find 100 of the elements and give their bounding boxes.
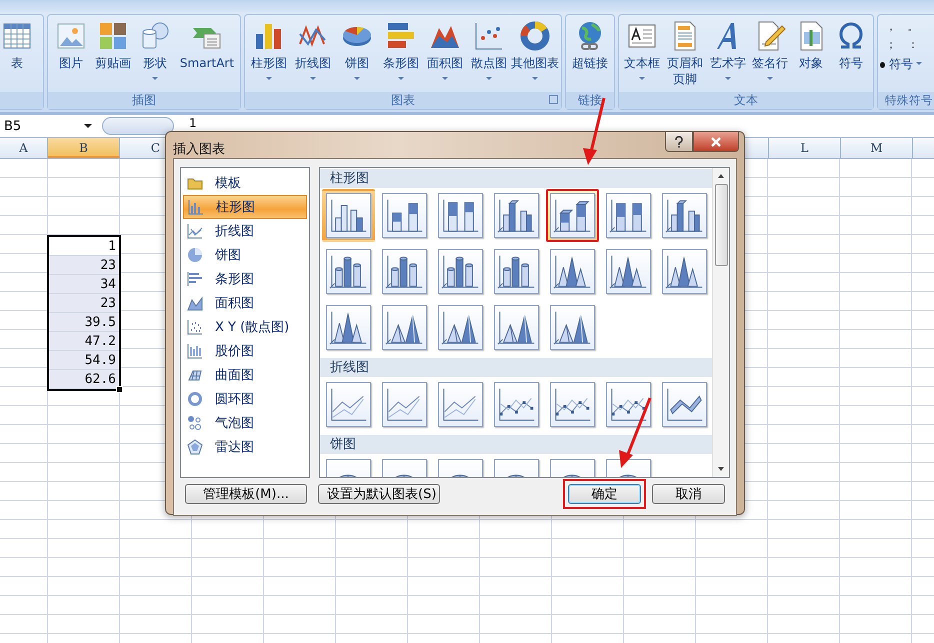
clustered-column-thumbnail (326, 193, 371, 238)
chart-type-item[interactable]: 股价图 (183, 339, 307, 363)
ribbon-button[interactable]: 条形图 (379, 18, 423, 80)
doughnut-chart-icon (519, 20, 551, 52)
doughnut-chart-icon (187, 391, 203, 407)
scatter-chart-icon (187, 319, 203, 335)
ribbon-button[interactable]: 符号 (831, 18, 871, 71)
formula-input[interactable]: 1 (189, 117, 197, 130)
caret-icon (152, 77, 158, 80)
close-button[interactable] (693, 132, 739, 152)
caret-icon (486, 77, 492, 80)
help-icon (674, 136, 684, 148)
help-button[interactable] (665, 132, 693, 152)
chart-type-item[interactable]: 条形图 (183, 267, 307, 291)
caret-icon (310, 77, 316, 80)
chart-type-label: 圆环图 (215, 391, 254, 408)
chart-type-label: 气泡图 (215, 415, 254, 432)
table-cell: 62.6 (49, 370, 119, 389)
ribbon-button[interactable]: 对象 (791, 18, 831, 71)
cone-column-thumbnail (326, 305, 371, 350)
symbol-key[interactable]: ， (880, 18, 902, 36)
pyramid-column-thumbnail (550, 305, 595, 350)
ribbon-button[interactable]: 图片 (50, 18, 92, 71)
ribbon-button[interactable]: 折线图 (291, 18, 335, 80)
chart-type-item[interactable]: 雷达图 (183, 435, 307, 459)
chart-type-item[interactable]: 气泡图 (183, 411, 307, 435)
symbol-key[interactable]: ； (880, 36, 902, 54)
dialog-button[interactable]: 设置为默认图表(S) (318, 484, 440, 504)
bubble-chart-icon (187, 415, 203, 431)
chart-type-item[interactable]: 柱形图 (183, 195, 307, 219)
3d-stacked-column-thumbnail (550, 193, 595, 238)
percent-column-thumbnail (438, 193, 483, 238)
section-header: 饼图 (320, 435, 712, 454)
ribbon-button[interactable]: 页眉和页脚 (663, 18, 707, 87)
chart-type-label: 条形图 (215, 271, 254, 288)
ribbon-button[interactable]: 签名行 (749, 18, 791, 80)
scrollbar[interactable] (712, 168, 729, 477)
dialog-button[interactable]: 取消 (652, 484, 725, 504)
section-header: 折线图 (320, 358, 712, 377)
name-box[interactable]: B5 (0, 116, 98, 136)
ribbon-button[interactable]: 面积图 (423, 18, 467, 80)
ribbon-button[interactable]: 文本框 (621, 18, 663, 80)
group-label: 文本 (619, 92, 873, 109)
symbol-button[interactable]: 符号 (880, 54, 922, 75)
ribbon-button[interactable]: 剪贴画 (92, 18, 134, 71)
column-header[interactable]: L (769, 138, 841, 158)
pie-chart-icon (187, 247, 203, 263)
annotation-arrow (619, 397, 652, 468)
pyramid-column-thumbnail (438, 305, 483, 350)
group-label: 链接 (566, 92, 614, 109)
ribbon-button[interactable]: 饼图 (335, 18, 379, 80)
column-chart-icon (188, 199, 204, 215)
3d-percent-column-thumbnail (606, 193, 651, 238)
chart-type-item[interactable]: 面积图 (183, 291, 307, 315)
caret-icon (84, 124, 92, 128)
ribbon-button[interactable]: SmartArt (176, 18, 238, 71)
ribbon-button[interactable]: 柱形图 (247, 18, 291, 80)
chart-type-item[interactable]: 模板 (183, 171, 307, 195)
table-cell: 47.2 (49, 332, 119, 351)
pyramid-column-thumbnail (494, 305, 539, 350)
group-label: 图表 (245, 92, 561, 109)
dialog-button[interactable]: 管理模板(M)... (185, 484, 307, 504)
caret-icon (442, 77, 448, 80)
chart-type-label: X Y (散点图) (215, 319, 290, 336)
chart-type-label: 饼图 (215, 247, 241, 264)
fill-handle[interactable] (116, 386, 123, 393)
ribbon-button[interactable]: 艺术字 (707, 18, 749, 80)
chart-type-item[interactable]: 饼图 (183, 243, 307, 267)
ribbon-button[interactable]: 超链接 (568, 18, 612, 71)
caret-icon (532, 77, 538, 80)
line-chart-thumbnail (438, 382, 483, 427)
column-header[interactable]: M (841, 138, 913, 158)
symbol-key[interactable]: ： (902, 36, 924, 54)
chart-type-label: 模板 (215, 175, 241, 192)
3d-column-thumbnail (662, 193, 707, 238)
caret-icon (639, 77, 645, 80)
ribbon-button[interactable]: 其他图表 (511, 18, 559, 80)
group-footer (0, 92, 43, 109)
chart-type-item[interactable]: 圆环图 (183, 387, 307, 411)
chart-subtype-option[interactable] (322, 189, 375, 242)
line-chart-icon (187, 223, 203, 239)
bullet-icon (880, 62, 885, 68)
bar-chart-icon (187, 271, 203, 287)
symbol-key[interactable]: 。 (902, 18, 924, 36)
column-header[interactable]: B (48, 138, 120, 158)
ribbon-button[interactable]: 表 (0, 18, 39, 71)
chart-type-item[interactable]: 折线图 (183, 219, 307, 243)
table-cell: 23 (49, 256, 119, 275)
chart-type-label: 曲面图 (215, 367, 254, 384)
ribbon-button[interactable]: 散点图 (467, 18, 511, 80)
ribbon-button[interactable]: 形状 (134, 18, 176, 80)
chart-type-item[interactable]: X Y (散点图) (183, 315, 307, 339)
section-header: 柱形图 (320, 169, 712, 188)
caret-icon (354, 77, 360, 80)
chart-subtype-option[interactable] (546, 189, 599, 242)
dialog-button[interactable]: 确定 (568, 484, 641, 504)
chart-type-item[interactable]: 曲面图 (183, 363, 307, 387)
caret-icon (398, 77, 404, 80)
table-cell: 39.5 (49, 313, 119, 332)
3d-column-thumbnail (494, 193, 539, 238)
